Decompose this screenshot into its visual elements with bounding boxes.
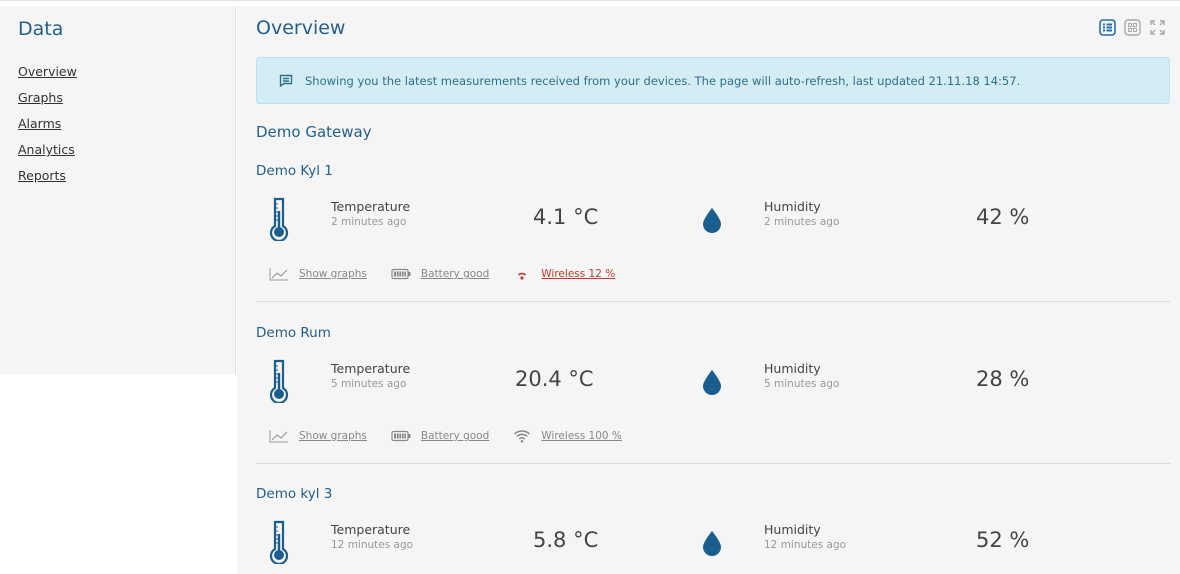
thermometer-icon	[269, 359, 289, 407]
sidebar-nav: Overview Graphs Alarms Analytics Reports	[18, 61, 77, 191]
device-card: Demo kyl 3 Temperature 12 minutes ago 5.…	[237, 486, 1180, 574]
thermometer-icon	[269, 197, 289, 245]
humidity-label: Humidity	[764, 199, 821, 214]
humidity-label: Humidity	[764, 361, 821, 376]
show-graphs-button[interactable]: Show graphs	[299, 430, 367, 442]
sidebar-link-overview[interactable]: Overview	[18, 64, 77, 79]
wireless-link: Wireless 100 %	[513, 429, 622, 443]
device-name: Demo kyl 3	[256, 486, 333, 502]
message-icon	[279, 74, 293, 87]
battery-link: Battery good	[391, 268, 489, 280]
temperature-time: 5 minutes ago	[331, 378, 407, 390]
humidity-label: Humidity	[764, 522, 821, 537]
device-name: Demo Rum	[256, 325, 331, 341]
temperature-label: Temperature	[331, 522, 411, 537]
view-toggle	[1099, 19, 1166, 36]
temperature-label: Temperature	[331, 361, 411, 376]
temperature-time: 12 minutes ago	[331, 539, 414, 551]
temperature-value: 4.1 °C	[533, 205, 599, 229]
divider	[256, 463, 1170, 464]
page-title: Overview	[256, 17, 346, 39]
temperature-label: Temperature	[331, 199, 411, 214]
water-drop-icon	[702, 369, 722, 399]
divider	[256, 301, 1170, 302]
show-graphs-link: Show graphs	[269, 429, 367, 443]
battery-link: Battery good	[391, 430, 489, 442]
wireless-link: Wireless 12 %	[513, 267, 615, 281]
wireless-full-icon	[514, 430, 531, 443]
humidity-value: 52 %	[976, 528, 1030, 552]
battery-status-link[interactable]: Battery good	[421, 268, 489, 280]
device-links: Show graphs Battery good Wireless 100 %	[269, 429, 646, 443]
sidebar-link-graphs[interactable]: Graphs	[18, 90, 63, 105]
water-drop-icon	[702, 207, 722, 237]
info-text: Showing you the latest measurements rece…	[305, 73, 1021, 88]
sidebar-title: Data	[18, 18, 64, 40]
sidebar-link-alarms[interactable]: Alarms	[18, 116, 61, 131]
grid-view-icon[interactable]	[1124, 19, 1141, 36]
sidebar-item-overview: Overview	[18, 61, 77, 87]
sidebar-link-reports[interactable]: Reports	[18, 168, 66, 183]
device-name: Demo Kyl 1	[256, 163, 333, 179]
sidebar-item-reports: Reports	[18, 165, 77, 191]
wireless-status-link[interactable]: Wireless 100 %	[541, 430, 622, 442]
battery-icon	[391, 268, 411, 280]
humidity-time: 12 minutes ago	[764, 539, 847, 551]
info-banner: Showing you the latest measurements rece…	[256, 57, 1170, 104]
water-drop-icon	[702, 530, 722, 560]
show-graphs-link: Show graphs	[269, 267, 367, 281]
device-card: Demo Rum Temperature 5 minutes ago 20.4 …	[237, 325, 1180, 465]
sidebar-item-graphs: Graphs	[18, 87, 77, 113]
humidity-value: 28 %	[976, 367, 1030, 391]
gateway-title: Demo Gateway	[256, 123, 372, 141]
temperature-time: 2 minutes ago	[331, 216, 407, 228]
show-graphs-button[interactable]: Show graphs	[299, 268, 367, 280]
humidity-time: 5 minutes ago	[764, 378, 840, 390]
sidebar-item-alarms: Alarms	[18, 113, 77, 139]
graph-icon	[269, 268, 288, 281]
temperature-value: 20.4 °C	[515, 367, 594, 391]
sidebar: Data Overview Graphs Alarms Analytics Re…	[0, 6, 236, 374]
battery-status-link[interactable]: Battery good	[421, 430, 489, 442]
fullscreen-icon[interactable]	[1149, 19, 1166, 36]
temperature-value: 5.8 °C	[533, 528, 599, 552]
sidebar-link-analytics[interactable]: Analytics	[18, 142, 75, 157]
graph-icon	[269, 430, 288, 443]
main-content: Overview Showing you the latest measurem…	[237, 6, 1180, 574]
wireless-status-link[interactable]: Wireless 12 %	[541, 268, 615, 280]
thermometer-icon	[269, 520, 289, 568]
device-links: Show graphs Battery good Wireless 12 %	[269, 267, 639, 281]
list-view-icon[interactable]	[1099, 19, 1116, 36]
humidity-value: 42 %	[976, 205, 1030, 229]
device-card: Demo Kyl 1 Temperature 2 minutes ago 4.1…	[237, 163, 1180, 303]
wireless-weak-icon	[518, 272, 527, 280]
humidity-time: 2 minutes ago	[764, 216, 840, 228]
sidebar-item-analytics: Analytics	[18, 139, 77, 165]
battery-icon	[391, 430, 411, 442]
